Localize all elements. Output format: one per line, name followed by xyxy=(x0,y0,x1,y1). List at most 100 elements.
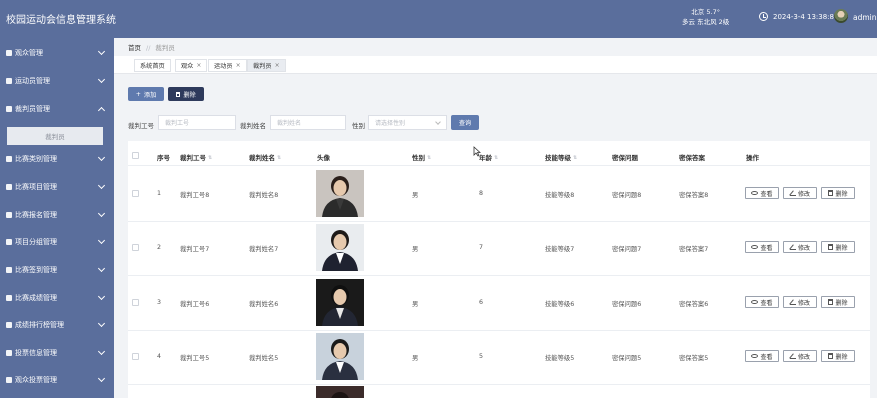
sidebar-item[interactable]: 比赛成绩管理 xyxy=(0,288,114,308)
edit-button[interactable]: 修改 xyxy=(783,187,817,199)
row-age: 5 xyxy=(479,353,484,360)
query-button[interactable]: 查询 xyxy=(451,115,479,130)
weather-desc: 多云 东北风 2级 xyxy=(682,18,730,26)
sidebar-item-label: 裁判员管理 xyxy=(15,105,50,113)
tags-view-bar: 系统首页 观众 × 运动员 × 裁判员 × xyxy=(114,56,877,74)
judge-id-input[interactable]: 裁判工号 xyxy=(158,115,236,130)
sidebar-item[interactable]: 比赛类别管理 xyxy=(0,149,114,169)
tab-judge[interactable]: 裁判员 × xyxy=(247,59,286,72)
sidebar-item[interactable]: 投票信息管理 xyxy=(0,343,114,363)
sort-icon[interactable]: ⇅ xyxy=(427,155,431,161)
chevron-down-icon xyxy=(97,181,106,190)
row-gender: 男 xyxy=(412,355,419,362)
edit-icon xyxy=(789,244,796,250)
row-checkbox[interactable] xyxy=(132,190,139,197)
col-security-question: 密保问题 xyxy=(612,154,638,162)
chevron-down-icon xyxy=(97,319,106,328)
row-delete-button[interactable]: 删除 xyxy=(821,296,855,308)
eye-icon xyxy=(751,300,759,304)
tab-close-icon[interactable]: × xyxy=(196,62,201,69)
view-button[interactable]: 查看 xyxy=(745,296,779,308)
sort-icon[interactable]: ⇅ xyxy=(494,155,498,161)
row-delete-button[interactable]: 删除 xyxy=(821,350,855,362)
breadcrumb-current: 裁判员 xyxy=(155,44,175,52)
row-skill-level: 技能等级5 xyxy=(545,355,575,362)
col-judge-name[interactable]: 裁判姓名 ⇅ xyxy=(249,152,281,162)
judge-name-input[interactable]: 裁判姓名 xyxy=(270,115,346,130)
menu-icon xyxy=(6,212,12,218)
col-security-answer: 密保答案 xyxy=(679,154,705,162)
tab-close-icon[interactable]: × xyxy=(275,62,280,69)
sidebar-item[interactable]: 观众管理 xyxy=(0,43,114,63)
row-judge-name: 裁判姓名8 xyxy=(249,192,279,199)
view-button[interactable]: 查看 xyxy=(745,187,779,199)
tab-athlete[interactable]: 运动员 × xyxy=(208,59,247,72)
sidebar-item[interactable]: 比赛签到管理 xyxy=(0,260,114,280)
sidebar-item[interactable]: 成绩排行榜管理 xyxy=(0,315,114,335)
col-gender[interactable]: 性别 ⇅ xyxy=(412,152,431,162)
sidebar-item[interactable]: 项目分组管理 xyxy=(0,232,114,252)
row-age: 7 xyxy=(479,244,484,251)
plus-icon: + xyxy=(135,90,141,98)
row-divider xyxy=(128,330,870,331)
weather-temp: 5.7° xyxy=(706,8,720,16)
sidebar-item[interactable]: 裁判员管理 xyxy=(0,99,114,119)
gender-select[interactable]: 请选择性别 xyxy=(368,115,447,130)
row-delete-button[interactable]: 删除 xyxy=(821,241,855,253)
row-checkbox[interactable] xyxy=(132,299,139,306)
sort-icon[interactable]: ⇅ xyxy=(208,155,212,161)
menu-icon xyxy=(6,295,12,301)
sidebar-item[interactable]: 比赛项目管理 xyxy=(0,177,114,197)
view-button[interactable]: 查看 xyxy=(745,241,779,253)
sidebar-item[interactable]: 比赛报名管理 xyxy=(0,205,114,225)
chevron-up-icon xyxy=(97,106,106,115)
row-delete-button[interactable]: 删除 xyxy=(821,187,855,199)
user-avatar[interactable] xyxy=(834,9,848,23)
chevron-down-icon xyxy=(97,209,106,218)
delete-button[interactable]: 删除 xyxy=(168,87,204,101)
menu-icon xyxy=(6,106,12,112)
row-divider xyxy=(128,384,870,385)
tab-close-icon[interactable]: × xyxy=(236,62,241,69)
row-security-answer: 密保答案7 xyxy=(679,246,709,253)
row-security-answer: 密保答案8 xyxy=(679,192,709,199)
add-button[interactable]: + 添加 xyxy=(128,87,164,101)
breadcrumb-home[interactable]: 首页 xyxy=(128,44,141,52)
datetime: 2024-3-4 13:38:8 xyxy=(773,13,834,21)
col-skill-level[interactable]: 技能等级 ⇅ xyxy=(545,152,577,162)
row-checkbox[interactable] xyxy=(132,353,139,360)
row-gender: 男 xyxy=(412,246,419,253)
col-age[interactable]: 年龄 ⇅ xyxy=(479,152,498,162)
sidebar-item-label: 观众管理 xyxy=(15,49,43,57)
edit-button[interactable]: 修改 xyxy=(783,296,817,308)
row-judge-name: 裁判姓名7 xyxy=(249,246,279,253)
chevron-down-icon xyxy=(97,374,106,383)
row-judge-id: 裁判工号6 xyxy=(180,301,210,308)
col-judge-id[interactable]: 裁判工号 ⇅ xyxy=(180,152,212,162)
edit-button[interactable]: 修改 xyxy=(783,350,817,362)
edit-icon xyxy=(789,190,796,196)
row-index: 2 xyxy=(157,244,162,251)
chevron-down-icon xyxy=(97,347,106,356)
tab-audience[interactable]: 观众 × xyxy=(175,59,208,72)
row-age: 8 xyxy=(479,190,484,197)
edit-button[interactable]: 修改 xyxy=(783,241,817,253)
sort-icon[interactable]: ⇅ xyxy=(573,155,577,161)
menu-icon xyxy=(6,239,12,245)
sidebar-item-label: 项目分组管理 xyxy=(15,238,57,246)
table-divider xyxy=(128,165,870,166)
sort-icon[interactable]: ⇅ xyxy=(277,155,281,161)
sidebar-item[interactable]: 运动员管理 xyxy=(0,71,114,91)
weather-city: 北京 xyxy=(691,8,705,16)
row-avatar-image xyxy=(316,333,364,380)
tab-system-home[interactable]: 系统首页 xyxy=(134,59,171,72)
row-divider xyxy=(128,221,870,222)
row-judge-name: 裁判姓名6 xyxy=(249,301,279,308)
sidebar-item[interactable]: 观众投票管理 xyxy=(0,370,114,390)
row-skill-level: 技能等级6 xyxy=(545,301,575,308)
view-button[interactable]: 查看 xyxy=(745,350,779,362)
row-checkbox[interactable] xyxy=(132,244,139,251)
username[interactable]: admin xyxy=(853,13,877,22)
select-all-checkbox[interactable] xyxy=(132,152,139,159)
sidebar-subitem-judge[interactable]: 裁判员 xyxy=(7,127,103,145)
